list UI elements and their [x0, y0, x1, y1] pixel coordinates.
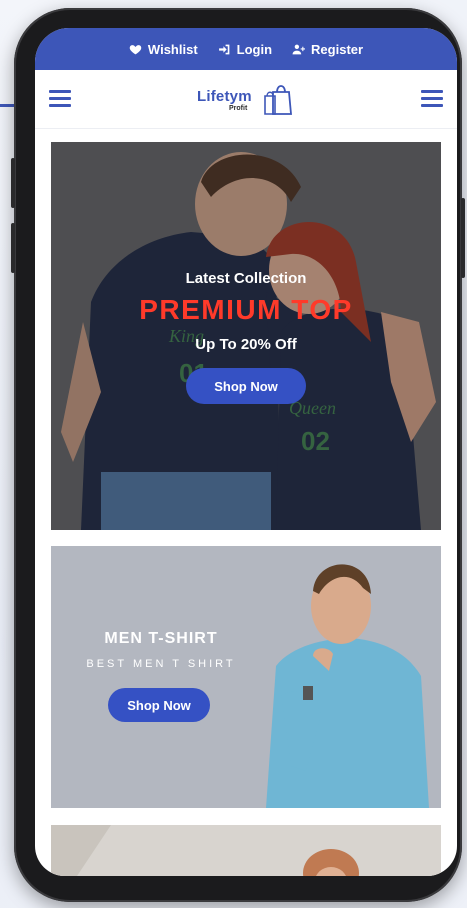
men-shop-now-button[interactable]: Shop Now: [108, 688, 210, 722]
volume-button: [11, 158, 15, 208]
login-link[interactable]: Login: [218, 42, 272, 57]
men-tshirt-banner: MEN T-SHIRT BEST MEN T SHIRT Shop Now: [51, 546, 441, 808]
hero-shop-now-button[interactable]: Shop Now: [186, 368, 306, 404]
user-plus-icon: [292, 44, 306, 54]
heart-icon: [129, 44, 142, 54]
hero-title: PREMIUM TOP: [139, 294, 353, 325]
register-link[interactable]: Register: [292, 42, 363, 57]
volume-button: [11, 223, 15, 273]
site-header: Lifetym Profit: [35, 70, 457, 129]
power-button: [461, 198, 465, 278]
wishlist-link[interactable]: Wishlist: [129, 42, 198, 57]
phone-screen: Wishlist Login Register Lifetym Profit L…: [35, 28, 457, 876]
wishlist-label: Wishlist: [147, 41, 198, 57]
sign-in-icon: [218, 44, 230, 54]
login-label: Login: [236, 41, 273, 57]
menu-icon[interactable]: [421, 90, 443, 108]
logo[interactable]: Lifetym Profit: [197, 80, 301, 118]
men-banner-title: MEN T-SHIRT: [104, 630, 218, 647]
women-banner-image: [51, 825, 441, 876]
men-banner-image: [51, 546, 441, 808]
register-label: Register: [311, 41, 364, 57]
hero-subtitle: Latest Collection: [185, 270, 307, 287]
men-banner-subtitle: BEST MEN T SHIRT: [86, 658, 236, 670]
logo-name: Lifetym: [197, 88, 252, 105]
top-bar: Wishlist Login Register: [35, 28, 457, 70]
menu-icon[interactable]: [49, 90, 71, 108]
women-banner: [51, 825, 441, 876]
shopping-bag-icon: [264, 85, 292, 115]
hero-offer: Up To 20% Off: [195, 336, 297, 353]
logo-tagline: Profit: [229, 105, 248, 112]
hero-banner: King 01 Queen 02 Latest Collection PREMI…: [51, 142, 441, 530]
